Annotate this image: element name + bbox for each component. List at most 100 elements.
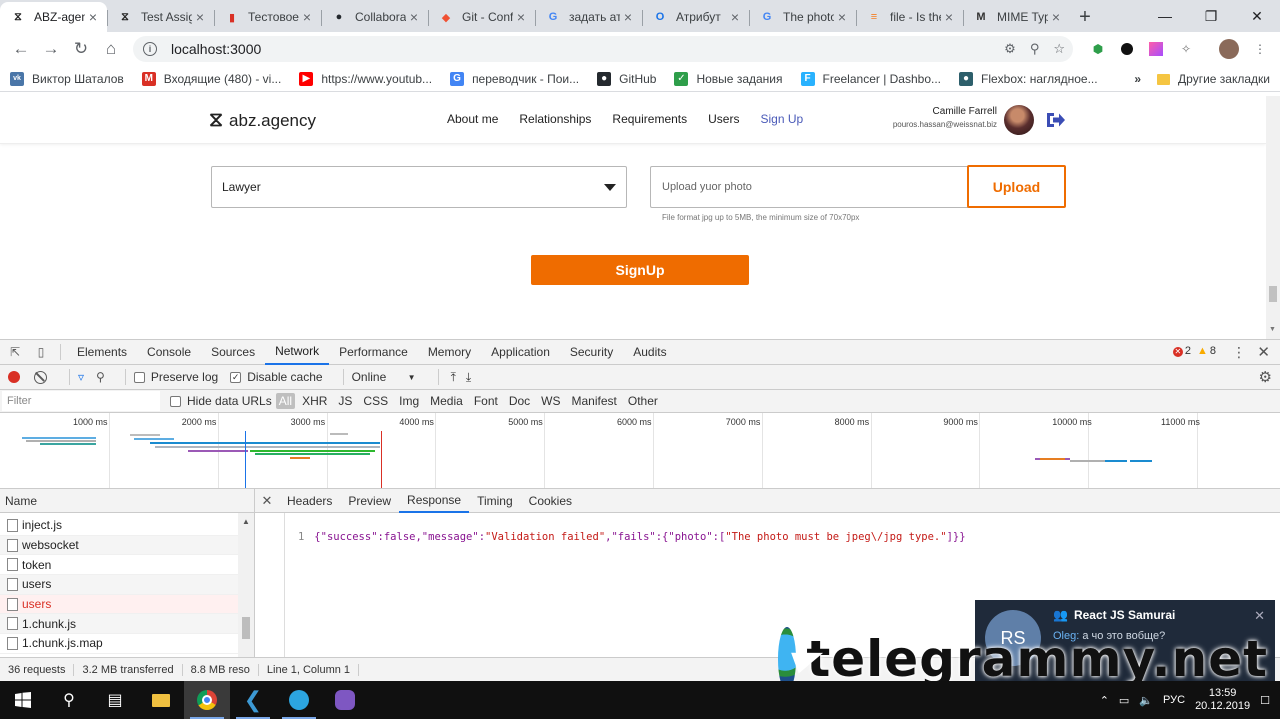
close-tab-icon[interactable]: × — [513, 9, 529, 25]
filter-type-media[interactable]: Media — [426, 394, 467, 408]
disable-cache-checkbox[interactable]: ✓ Disable cache — [230, 370, 323, 384]
messenger-taskbar-icon[interactable] — [322, 681, 368, 719]
volume-icon[interactable]: 🔈 — [1139, 694, 1153, 707]
back-arrow-icon[interactable]: ← — [10, 38, 32, 60]
close-tab-icon[interactable]: × — [727, 9, 743, 25]
search-icon[interactable]: ⚲ — [96, 370, 105, 384]
import-har-icon[interactable]: ⤒ — [451, 370, 456, 385]
filter-type-all[interactable]: All — [275, 393, 296, 409]
close-tab-icon[interactable]: × — [406, 9, 422, 25]
bookmark-item[interactable]: ● Flexbox: наглядное... — [959, 71, 1098, 86]
search-icon[interactable]: ⚲ — [46, 681, 92, 719]
filter-type-img[interactable]: Img — [395, 394, 423, 408]
devtools-tab-performance[interactable]: Performance — [329, 340, 418, 365]
browser-menu-icon[interactable]: ⋮ — [1250, 39, 1270, 59]
filter-funnel-icon[interactable]: ▿ — [78, 370, 84, 384]
nav-link-requirements[interactable]: Requirements — [612, 112, 687, 126]
browser-tab[interactable]: O Атрибут × — [642, 2, 749, 32]
record-icon[interactable] — [8, 371, 20, 383]
notifications-icon[interactable]: ☐ — [1260, 694, 1270, 707]
close-tab-icon[interactable]: × — [299, 9, 315, 25]
browser-tab[interactable]: M MIME Types× — [963, 2, 1070, 32]
close-tab-icon[interactable]: × — [1048, 9, 1064, 25]
input-language[interactable]: РУС — [1163, 694, 1185, 706]
profile-avatar-icon[interactable] — [1219, 39, 1239, 59]
network-icon[interactable]: ▭ — [1119, 694, 1129, 707]
bookmark-item[interactable]: Gпереводчик - Пои... — [450, 71, 579, 86]
nav-link-about-me[interactable]: About me — [447, 112, 498, 126]
bookmark-item[interactable]: F Freelancer | Dashbo... — [800, 71, 941, 86]
close-tab-icon[interactable]: × — [620, 9, 636, 25]
filter-type-doc[interactable]: Doc — [505, 394, 534, 408]
scroll-down-arrow-icon[interactable]: ▼ — [1269, 326, 1276, 333]
request-row[interactable]: websocket — [0, 535, 254, 556]
nav-link-users[interactable]: Users — [708, 112, 739, 126]
browser-tab[interactable]: G The photo × — [749, 2, 856, 32]
devtools-tab-sources[interactable]: Sources — [201, 340, 265, 365]
name-column-header[interactable]: Name — [0, 489, 254, 513]
request-row[interactable]: users — [0, 594, 254, 615]
close-window-button[interactable]: ✕ — [1234, 0, 1280, 32]
detail-tab-headers[interactable]: Headers — [279, 489, 340, 513]
detail-tab-preview[interactable]: Preview — [340, 489, 399, 513]
request-row[interactable]: 1.chunk.js — [0, 614, 254, 635]
nav-link-sign-up[interactable]: Sign Up — [760, 112, 803, 126]
extension-media-icon[interactable] — [1117, 39, 1137, 59]
detail-tab-timing[interactable]: Timing — [469, 489, 521, 513]
extension-node-icon[interactable]: ⬢ — [1088, 39, 1108, 59]
site-info-icon[interactable]: i — [143, 42, 157, 56]
position-select[interactable]: Lawyer — [211, 166, 627, 208]
upload-button[interactable]: Upload — [967, 165, 1066, 208]
inspect-element-icon[interactable]: ⇱ — [4, 341, 26, 363]
bookmarks-more-button[interactable]: » — [1134, 72, 1141, 86]
filter-type-other[interactable]: Other — [624, 394, 662, 408]
browser-tab[interactable]: ⧖ Test Assignment× — [107, 2, 214, 32]
devtools-tab-application[interactable]: Application — [481, 340, 560, 365]
clock[interactable]: 13:59 20.12.2019 — [1195, 687, 1250, 713]
detail-tab-cookies[interactable]: Cookies — [521, 489, 580, 513]
scroll-up-arrow-icon[interactable]: ▲ — [242, 517, 250, 526]
filter-type-font[interactable]: Font — [470, 394, 502, 408]
filter-type-js[interactable]: JS — [334, 394, 356, 408]
filter-type-css[interactable]: CSS — [359, 394, 392, 408]
browser-tab[interactable]: ≡ file - Is there× — [856, 2, 963, 32]
nav-link-relationships[interactable]: Relationships — [519, 112, 591, 126]
browser-tab[interactable]: ⧖ ABZ-agency× — [0, 2, 107, 32]
devtools-tab-console[interactable]: Console — [137, 340, 201, 365]
clear-icon[interactable] — [34, 370, 47, 384]
telegram-taskbar-icon[interactable] — [276, 681, 322, 719]
zoom-icon[interactable]: ⚲ — [1030, 41, 1040, 57]
export-har-icon[interactable]: ⤓ — [466, 370, 471, 385]
page-scrollbar[interactable]: ▼ — [1266, 96, 1280, 339]
devtools-tab-audits[interactable]: Audits — [623, 340, 676, 365]
devtools-tab-network[interactable]: Network — [265, 340, 330, 365]
request-row[interactable]: 1.chunk.js.map — [0, 634, 254, 654]
network-settings-icon[interactable]: ⚙ — [1259, 368, 1272, 386]
device-toolbar-icon[interactable]: ▯ — [30, 341, 52, 363]
site-logo[interactable]: ⧖ abz.agency — [209, 109, 316, 132]
devtools-close-icon[interactable]: ✕ — [1257, 343, 1270, 361]
throttling-select[interactable]: Online ▼ — [352, 370, 416, 384]
filter-type-manifest[interactable]: Manifest — [568, 394, 621, 408]
console-badges[interactable]: ✕ 2 ▲ 8 — [1172, 345, 1216, 357]
user-avatar[interactable] — [1004, 105, 1034, 135]
request-row[interactable]: users — [0, 575, 254, 595]
chrome-taskbar-icon[interactable] — [184, 681, 230, 719]
request-list-scrollbar[interactable]: ▲ — [238, 513, 254, 657]
browser-tab[interactable]: ▮ Тестовое × — [214, 2, 321, 32]
tray-expand-icon[interactable]: ⌃ — [1100, 694, 1109, 707]
file-explorer-icon[interactable] — [138, 681, 184, 719]
request-row[interactable]: inject.js — [0, 516, 254, 536]
request-list-scrollbar-thumb[interactable] — [242, 617, 250, 639]
preserve-log-checkbox[interactable]: Preserve log — [133, 370, 218, 384]
home-icon[interactable]: ⌂ — [100, 38, 122, 60]
bookmark-item[interactable]: ✓ Новые задания — [674, 71, 783, 86]
browser-tab[interactable]: ● Collaborators× — [321, 2, 428, 32]
reload-icon[interactable]: ↻ — [70, 38, 92, 60]
other-bookmarks-folder[interactable]: Другие закладки — [1178, 72, 1270, 86]
close-detail-icon[interactable]: ✕ — [255, 493, 279, 509]
minimize-button[interactable]: — — [1142, 0, 1188, 32]
close-tab-icon[interactable]: × — [834, 9, 850, 25]
filter-input[interactable]: Filter — [2, 391, 160, 411]
bookmark-item[interactable]: M Входящие (480) - vi... — [141, 71, 281, 86]
